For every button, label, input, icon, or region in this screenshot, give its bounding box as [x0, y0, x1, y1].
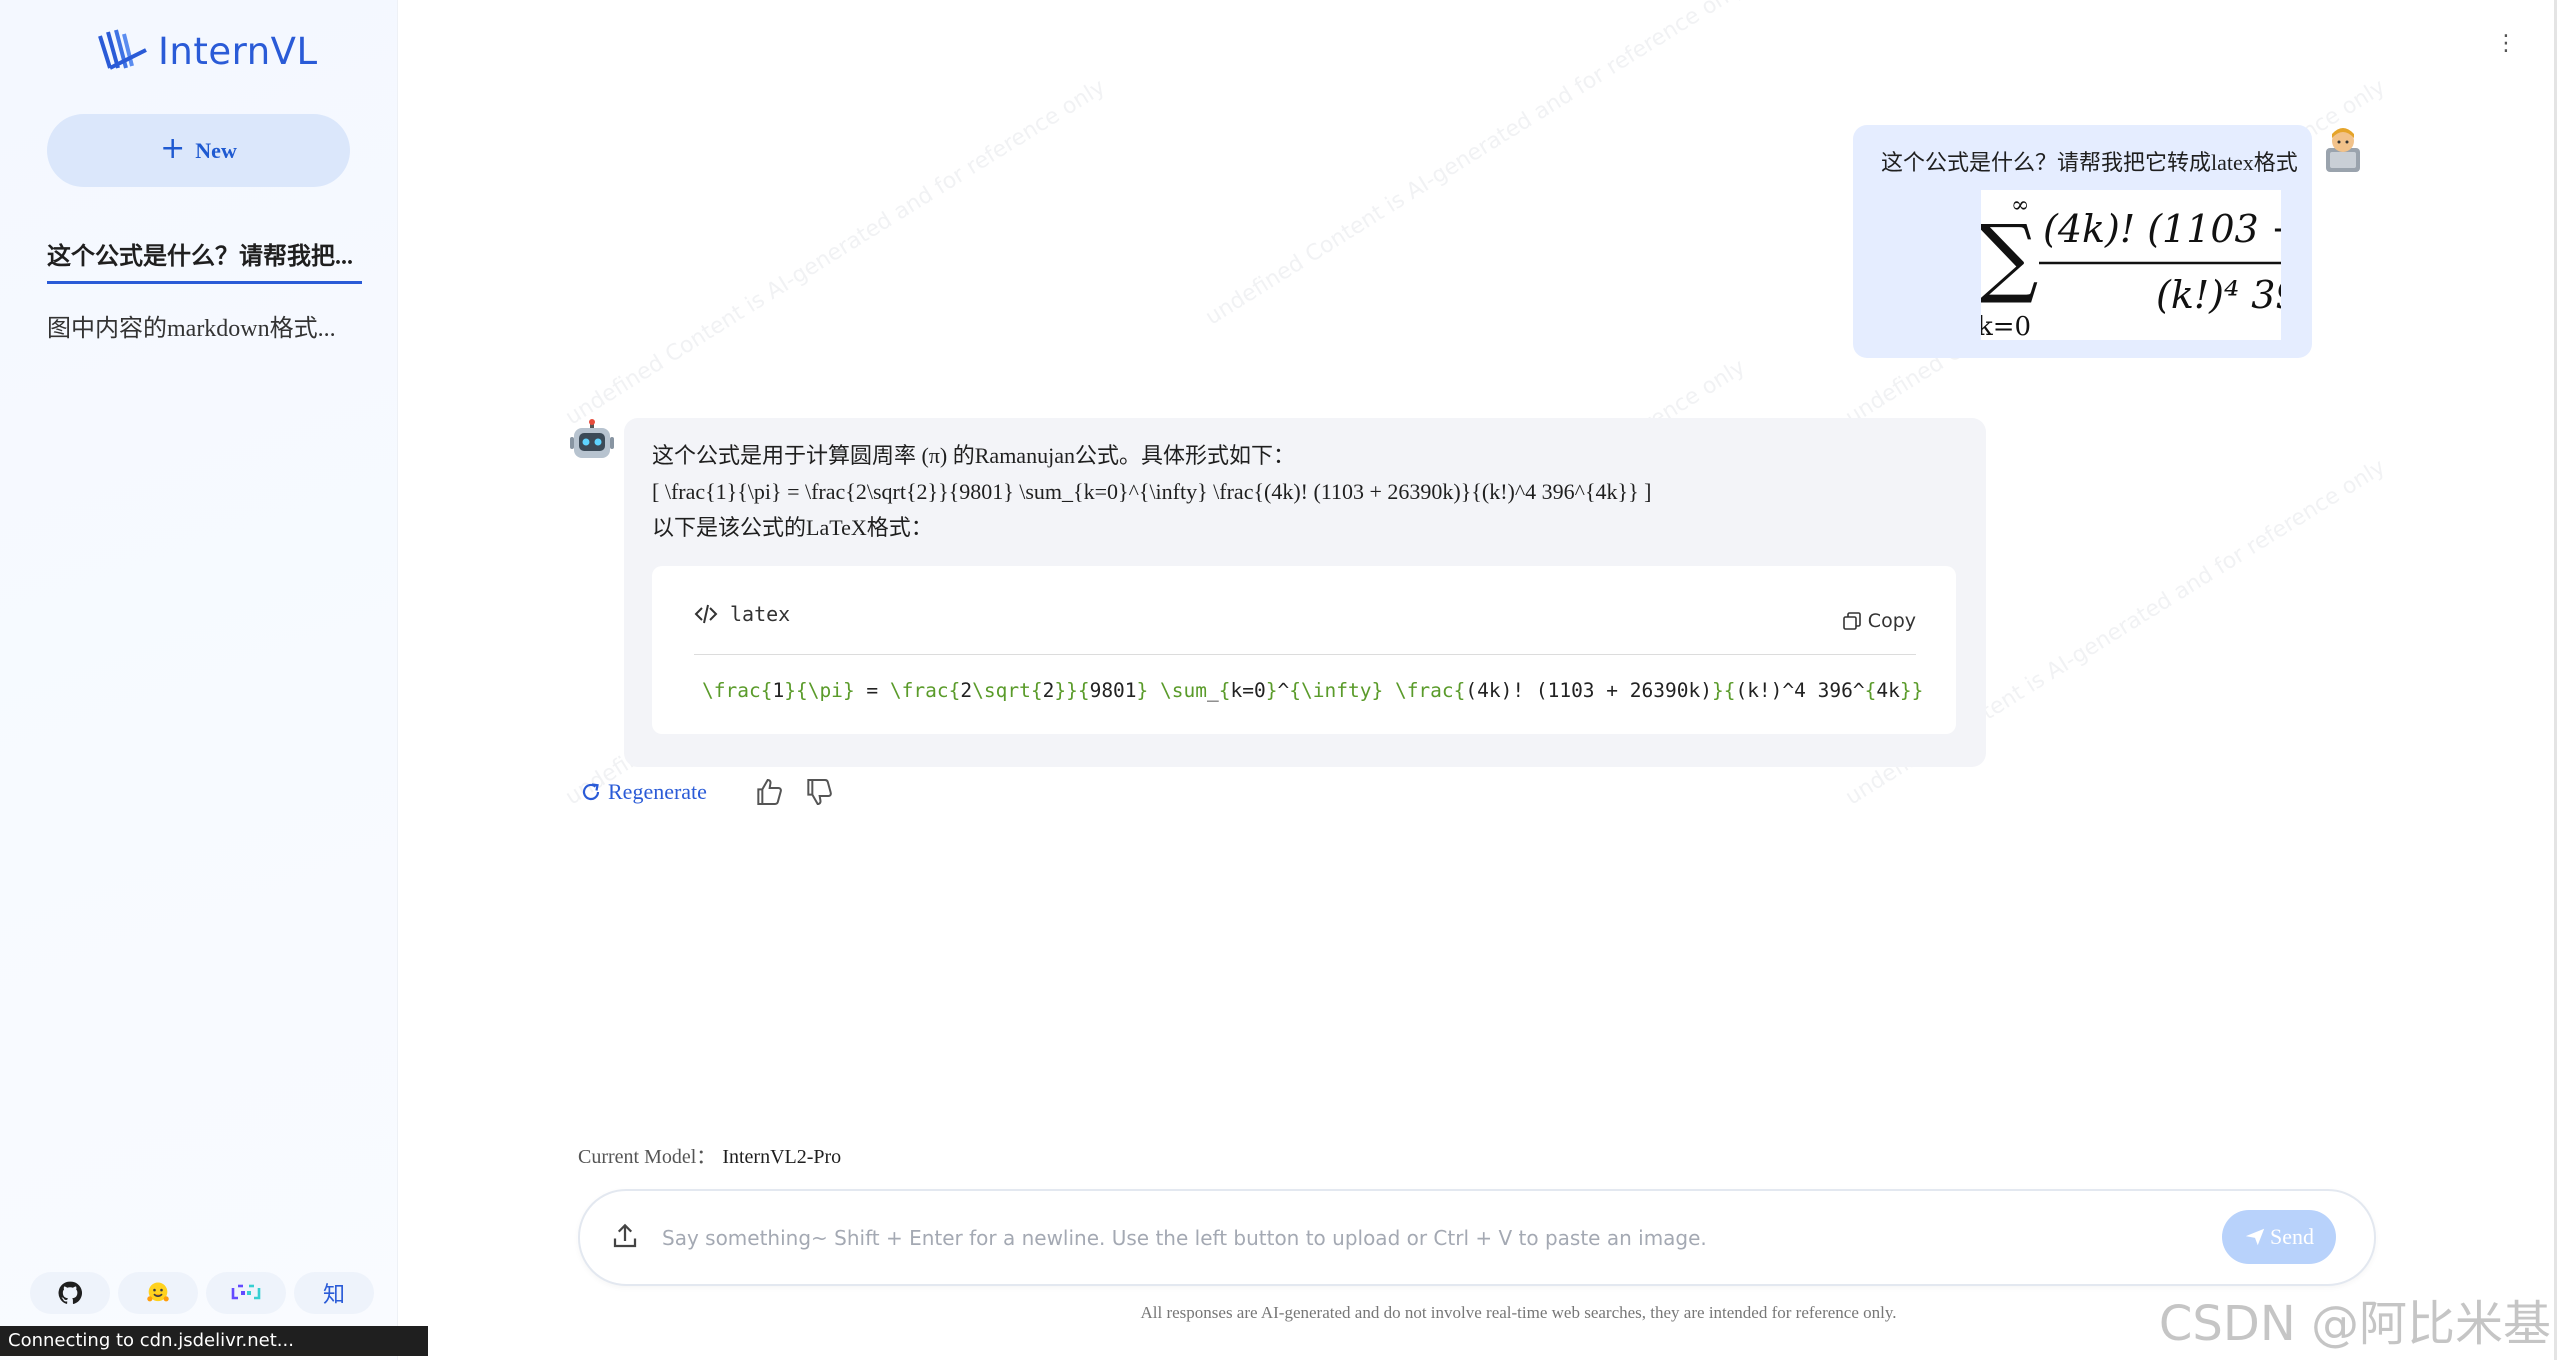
copy-icon — [1842, 612, 1861, 630]
svg-text:∑: ∑ — [1981, 207, 2038, 307]
scrollbar[interactable] — [2554, 0, 2557, 1360]
bot-avatar-icon — [570, 419, 614, 458]
code-block: latex Copy \frac{1}{\pi} = \frac{2\sqrt{… — [652, 566, 1956, 734]
current-model-name: InternVL2-Pro — [722, 1146, 842, 1168]
send-label: Send — [2270, 1224, 2314, 1249]
assistant-message: 这个公式是用于计算圆周率 (π) 的Ramanujan公式。具体形式如下： [ … — [624, 418, 1986, 767]
assistant-text-line: 以下是该公式的LaTeX格式： — [652, 515, 933, 540]
code-icon — [694, 604, 718, 624]
refresh-icon — [582, 783, 600, 801]
upload-icon[interactable] — [610, 1221, 640, 1251]
sum-lower-limit: k=0 — [1981, 312, 2031, 340]
code-header: latex — [694, 602, 790, 626]
conversation-item[interactable]: 图中内容的markdown格式... — [47, 308, 362, 343]
modelscope-icon — [231, 1284, 261, 1300]
assistant-text-line: 这个公式是用于计算圆周率 (π) 的Ramanujan公式。具体形式如下： — [652, 443, 1295, 468]
message-input[interactable] — [662, 1217, 2162, 1259]
current-model: Current Model： InternVL2-Pro — [578, 1140, 841, 1169]
plus-icon: + — [160, 131, 186, 166]
current-model-label: Current Model： — [578, 1146, 717, 1168]
internvl-logo-icon — [98, 29, 147, 70]
regenerate-label: Regenerate — [608, 779, 707, 804]
more-options-icon[interactable]: ⋮ — [2495, 33, 2517, 55]
logo[interactable]: InternVL — [96, 28, 318, 74]
code-divider — [694, 654, 1916, 655]
brand-name: InternVL — [158, 29, 318, 73]
user-message: 这个公式是什么？请帮我把它转成latex格式 ∞ ∑ k=0 (4k)! (11… — [1853, 125, 2312, 358]
csdn-watermark: CSDN @阿比米基 — [2158, 1296, 2551, 1352]
copy-label: Copy — [1867, 610, 1916, 632]
conversation-item-active[interactable]: 这个公式是什么？请帮我把... — [47, 236, 362, 284]
message-actions: Regenerate — [580, 776, 835, 808]
formula-image: ∞ ∑ k=0 (4k)! (1103 + (k!)⁴ 39 — [1981, 193, 2281, 340]
watermark-text: undefined Content is AI-generated and fo… — [1201, 0, 1750, 331]
user-avatar-icon — [2326, 128, 2360, 172]
browser-status-bar: Connecting to cdn.jsdelivr.net... — [0, 1326, 428, 1356]
chat-composer: Send — [578, 1189, 2376, 1286]
code-content: \frac{1}{\pi} = \frac{2\sqrt{2}}{9801} \… — [702, 679, 1924, 702]
send-icon — [2245, 1228, 2265, 1246]
formula-denominator: (k!)⁴ 39 — [2156, 273, 2281, 317]
new-chat-button[interactable]: + New — [47, 114, 350, 187]
send-button[interactable]: Send — [2222, 1210, 2336, 1264]
regenerate-button[interactable]: Regenerate — [580, 779, 707, 805]
thumbs-up-icon[interactable] — [753, 776, 785, 808]
thumbs-down-icon[interactable] — [803, 776, 835, 808]
user-message-text: 这个公式是什么？请帮我把它转成latex格式 — [1881, 150, 2298, 175]
code-language: latex — [730, 602, 791, 626]
assistant-text-line: [ \frac{1}{\pi} = \frac{2\sqrt{2}}{9801}… — [652, 479, 1652, 504]
watermark-text: undefined Content is AI-generated and fo… — [561, 74, 1110, 431]
new-chat-label: New — [195, 137, 237, 163]
sidebar: InternVL + New 这个公式是什么？请帮我把... 图中内容的mark… — [0, 0, 398, 1360]
uploaded-formula-image[interactable]: ∞ ∑ k=0 (4k)! (1103 + (k!)⁴ 39 — [1981, 190, 2281, 340]
formula-numerator: (4k)! (1103 + — [2043, 207, 2281, 251]
copy-code-button[interactable]: Copy — [1842, 610, 1916, 632]
